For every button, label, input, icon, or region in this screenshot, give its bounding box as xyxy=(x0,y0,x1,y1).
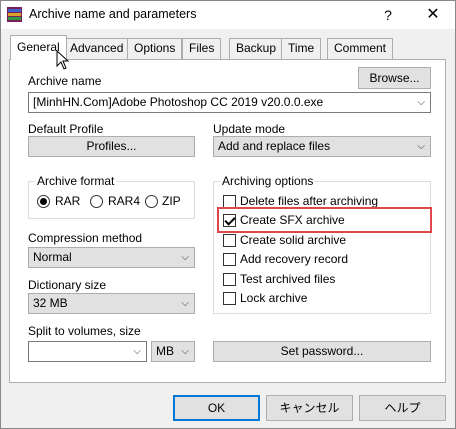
radio-rar4-label: RAR4 xyxy=(108,194,141,208)
radio-rar[interactable] xyxy=(37,195,50,208)
archiving-options-title: Archiving options xyxy=(220,174,316,188)
tab-comment[interactable]: Comment xyxy=(327,38,394,59)
radio-rar-label: RAR xyxy=(55,194,81,208)
window-title: Archive name and parameters xyxy=(29,7,197,21)
archive-name-label: Archive name xyxy=(28,74,102,88)
split-volumes-label: Split to volumes, size xyxy=(28,324,141,338)
archive-format-title: Archive format xyxy=(35,174,117,188)
split-unit-select[interactable]: MB ⌵ xyxy=(151,341,195,362)
dictionary-size-select[interactable]: 32 MB ⌵ xyxy=(28,293,195,314)
archive-name-value: [MinhHN.Com]Adobe Photoshop CC 2019 v20.… xyxy=(33,95,324,109)
checkbox-test-archived-label: Test archived files xyxy=(240,272,336,286)
split-volumes-combo[interactable]: ⌵ xyxy=(28,341,147,362)
mouse-cursor-icon xyxy=(56,50,70,70)
checkbox-create-solid[interactable] xyxy=(223,234,236,247)
profiles-button[interactable]: Profiles... xyxy=(28,136,195,157)
chevron-down-icon: ⌵ xyxy=(417,97,425,108)
tab-advanced[interactable]: Advanced xyxy=(63,38,131,59)
compression-method-value: Normal xyxy=(33,250,72,264)
checkbox-lock-archive-label: Lock archive xyxy=(240,291,308,305)
tab-backup[interactable]: Backup xyxy=(229,38,284,59)
update-mode-label: Update mode xyxy=(213,122,286,136)
split-unit-value: MB xyxy=(156,344,174,358)
chevron-down-icon: ⌵ xyxy=(417,141,425,152)
checkbox-test-archived[interactable] xyxy=(223,273,236,286)
chevron-down-icon: ⌵ xyxy=(181,252,189,263)
tab-time[interactable]: Time xyxy=(281,38,322,59)
checkbox-delete-files-label: Delete files after archiving xyxy=(240,194,379,208)
dialog-window: Archive name and parameters ? ✕ General … xyxy=(0,0,456,429)
radio-zip-label: ZIP xyxy=(162,194,181,208)
checkbox-lock-archive[interactable] xyxy=(223,292,236,305)
chevron-down-icon: ⌵ xyxy=(181,346,189,357)
compression-method-label: Compression method xyxy=(28,231,143,245)
help-button[interactable]: ヘルプ xyxy=(359,395,446,421)
radio-zip[interactable] xyxy=(145,195,158,208)
chevron-down-icon: ⌵ xyxy=(181,298,189,309)
chevron-down-icon: ⌵ xyxy=(133,346,141,357)
radio-rar4[interactable] xyxy=(90,195,103,208)
cancel-button[interactable]: キャンセル xyxy=(266,395,353,421)
tab-files[interactable]: Files xyxy=(182,38,222,59)
close-button[interactable]: ✕ xyxy=(417,1,449,29)
compression-method-select[interactable]: Normal ⌵ xyxy=(28,247,195,268)
dictionary-size-label: Dictionary size xyxy=(28,278,107,292)
tab-options[interactable]: Options xyxy=(127,38,183,59)
checkbox-recovery-record-label: Add recovery record xyxy=(240,252,349,266)
update-mode-value: Add and replace files xyxy=(218,139,331,153)
checkbox-create-solid-label: Create solid archive xyxy=(240,233,347,247)
checkbox-recovery-record[interactable] xyxy=(223,253,236,266)
default-profile-label: Default Profile xyxy=(28,122,104,136)
browse-button[interactable]: Browse... xyxy=(358,67,431,89)
winrar-icon xyxy=(7,7,22,22)
highlight-annotation xyxy=(217,207,432,233)
update-mode-select[interactable]: Add and replace files ⌵ xyxy=(213,136,431,157)
help-title-button[interactable]: ? xyxy=(373,1,403,29)
set-password-button[interactable]: Set password... xyxy=(213,341,431,362)
title-bar: Archive name and parameters ? ✕ xyxy=(1,1,455,29)
dictionary-size-value: 32 MB xyxy=(33,296,68,310)
ok-button[interactable]: OK xyxy=(173,395,260,421)
archive-name-combo[interactable]: [MinhHN.Com]Adobe Photoshop CC 2019 v20.… xyxy=(28,92,431,113)
